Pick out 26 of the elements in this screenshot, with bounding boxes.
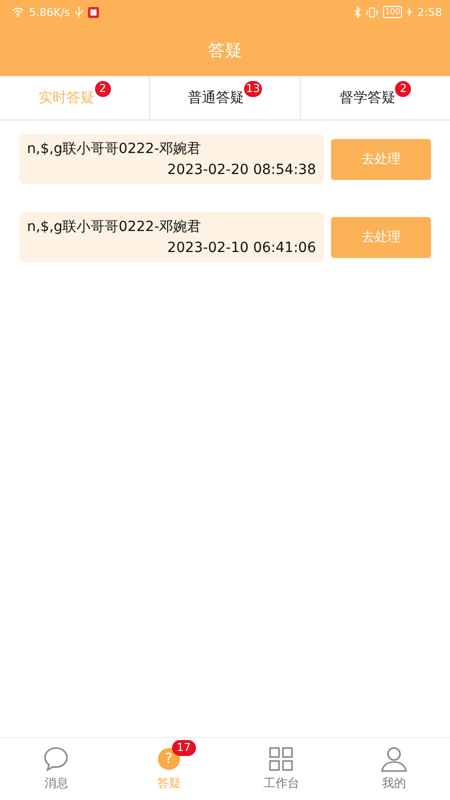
grid-icon[interactable] (269, 747, 294, 771)
count-badge: 17 (172, 740, 196, 756)
clock-time: 2:58 (417, 6, 442, 18)
student-name: n,$,g联小哥哥0222-邓婉君 (27, 140, 202, 158)
chat-icon[interactable] (43, 746, 70, 772)
person-icon[interactable] (380, 746, 407, 772)
app-notification-icon (88, 6, 100, 18)
nav-label[interactable]: 我的 (382, 775, 406, 792)
wifi-icon (12, 7, 24, 17)
page-title: 答疑 (207, 40, 243, 62)
charging-icon (407, 7, 412, 17)
network-speed: 5.86K/s (29, 6, 70, 18)
bluetooth-icon (354, 6, 362, 18)
tab[interactable]: 普通答疑 (188, 78, 244, 116)
count-badge: 2 (94, 81, 111, 97)
count-badge: 13 (244, 81, 262, 97)
battery-icon: 100 (383, 6, 402, 18)
tab[interactable]: 督学答疑 (339, 78, 396, 116)
question-time: 2023-02-10 06:41:06 (166, 240, 316, 256)
nav-label[interactable]: 消息 (44, 775, 68, 792)
student-name: n,$,g联小哥哥0222-邓婉君 (27, 218, 202, 236)
count-badge: 2 (395, 81, 412, 97)
usb-icon (75, 6, 84, 18)
nav-label[interactable]: 工作台 (263, 775, 300, 792)
vibrate-icon (366, 6, 378, 18)
question-time: 2023-02-20 08:54:38 (166, 162, 316, 178)
